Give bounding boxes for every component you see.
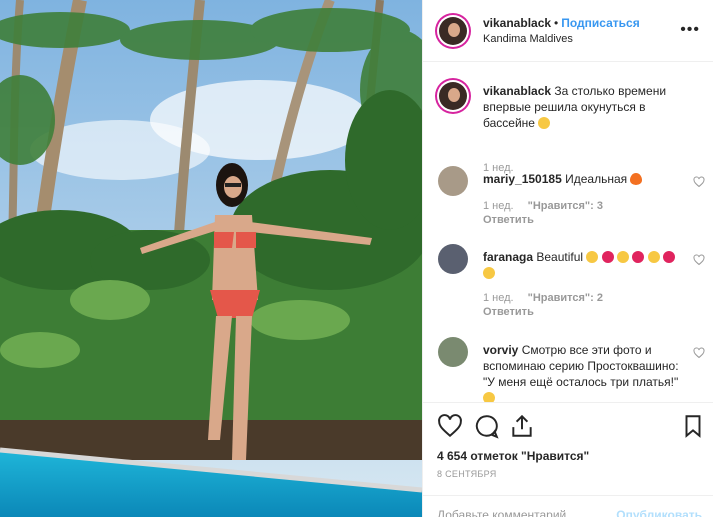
share-icon[interactable]	[509, 413, 535, 439]
comment-bubble-icon[interactable]	[473, 413, 499, 439]
post-header: vikanablack • Подписаться Kandima Maldives…	[423, 0, 713, 62]
caption-author-avatar[interactable]	[435, 78, 471, 114]
like-comment-heart-icon[interactable]	[693, 347, 705, 359]
comment-time[interactable]: 1 нед.	[483, 200, 514, 212]
comment-username[interactable]: mariy_150185	[483, 172, 562, 186]
comment-text: Beautiful	[536, 250, 584, 264]
commenter-avatar[interactable]	[438, 166, 468, 196]
comment-text-block: faranaga Beautiful	[483, 249, 683, 281]
commenter-avatar[interactable]	[438, 337, 468, 367]
like-heart-icon[interactable]	[437, 413, 463, 439]
red-heart-emoji-icon	[601, 251, 614, 263]
smiling-emoji-icon	[483, 392, 495, 402]
heart-eyes-emoji-icon	[483, 267, 495, 279]
reply-button[interactable]: Ответить	[483, 214, 534, 226]
red-heart-emoji-icon	[663, 251, 676, 263]
add-comment-bar: Добавьте комментарий... Опубликовать	[423, 495, 713, 517]
separator-dot: •	[554, 16, 559, 30]
heart-eyes-emoji-icon	[617, 251, 630, 263]
comment-text: Идеальная	[565, 172, 628, 186]
likes-count[interactable]: 4 654 отметок "Нравится"	[437, 449, 589, 463]
red-heart-emoji-icon	[632, 251, 645, 263]
reply-button[interactable]: Ответить	[483, 306, 534, 318]
author-line: vikanablack • Подписаться	[483, 16, 640, 30]
heart-eyes-emoji-icon	[647, 251, 660, 263]
follow-button[interactable]: Подписаться	[561, 16, 639, 30]
post-side-panel: vikanablack • Подписаться Kandima Maldives…	[422, 0, 713, 517]
comment-text-block: mariy_150185 Идеальная	[483, 171, 683, 187]
comment-username[interactable]: faranaga	[483, 250, 533, 264]
comment-input[interactable]: Добавьте комментарий...	[437, 508, 576, 517]
comment-likes[interactable]: "Нравится": 3	[528, 200, 603, 212]
more-options-icon[interactable]: •••	[680, 22, 700, 38]
post-actions: 4 654 отметок "Нравится" 8 СЕНТЯБРЯ Доба…	[423, 402, 713, 517]
grinning-emoji-icon	[538, 117, 551, 129]
caption-text-block: vikanablack За столько времени впервые р…	[483, 83, 693, 131]
comment-meta: 1 нед. "Нравится": 2	[483, 292, 617, 304]
comments-list[interactable]: vikanablack За столько времени впервые р…	[423, 62, 713, 402]
fire-emoji-icon	[630, 173, 643, 185]
post-photo[interactable]	[0, 0, 422, 517]
post-photo-image	[0, 0, 422, 517]
comment-time[interactable]: 1 нед.	[483, 292, 514, 304]
post-date: 8 СЕНТЯБРЯ	[437, 469, 497, 479]
bookmark-icon[interactable]	[680, 413, 706, 439]
caption-username[interactable]: vikanablack	[483, 84, 551, 98]
comment-text-block: vorviy Смотрю все эти фото и вспоминаю с…	[483, 342, 683, 402]
post-location[interactable]: Kandima Maldives	[483, 33, 573, 45]
author-username[interactable]: vikanablack	[483, 16, 551, 30]
comment-meta: 1 нед. "Нравится": 3	[483, 200, 617, 212]
comment-username[interactable]: vorviy	[483, 343, 518, 357]
comment-likes[interactable]: "Нравится": 2	[528, 292, 603, 304]
author-avatar[interactable]	[435, 13, 471, 49]
like-comment-heart-icon[interactable]	[693, 254, 705, 266]
commenter-avatar[interactable]	[438, 244, 468, 274]
heart-eyes-emoji-icon	[586, 251, 599, 263]
publish-comment-button[interactable]: Опубликовать	[616, 508, 702, 517]
like-comment-heart-icon[interactable]	[693, 176, 705, 188]
